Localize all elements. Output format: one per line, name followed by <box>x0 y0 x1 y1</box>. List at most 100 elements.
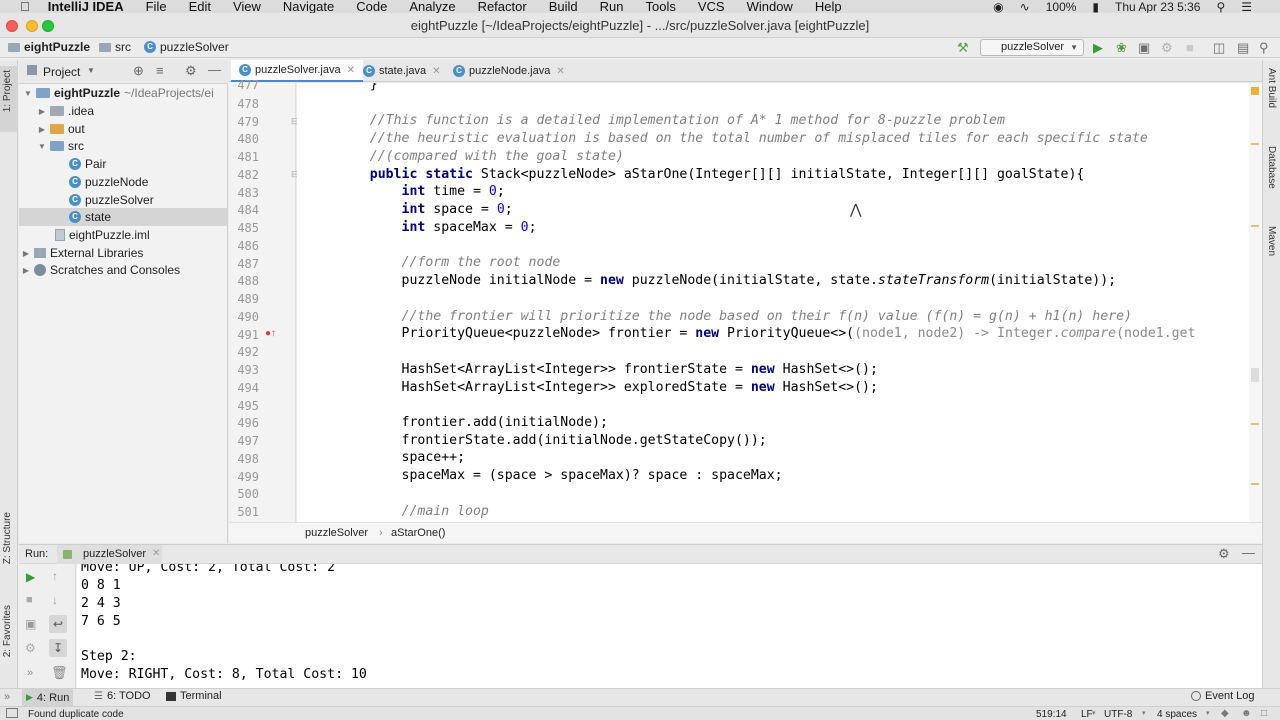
wifi-icon[interactable]: ∿ <box>1020 0 1030 13</box>
project-structure-icon[interactable]: ◫ <box>1213 40 1225 56</box>
menu-navigate[interactable]: Navigate <box>283 0 334 13</box>
debug-icon[interactable]: ❀ <box>1116 40 1127 56</box>
tool-tab-terminal[interactable]: Terminal <box>166 690 222 702</box>
rerun-icon[interactable]: ▶ <box>26 570 35 584</box>
settings-icon[interactable]: ⚙ <box>25 641 36 655</box>
close-icon[interactable]: ✕ <box>432 66 440 77</box>
console-output[interactable]: Move: UP, Cost: 2, Total Cost: 2 0 8 1 2… <box>77 564 1262 688</box>
nav-crumb-class[interactable]: C puzzleSolver <box>144 40 229 54</box>
battery-percent[interactable]: 100% <box>1046 0 1077 13</box>
maven-tool-tab[interactable]: Maven <box>1266 226 1277 256</box>
menu-code[interactable]: Code <box>356 0 387 13</box>
status-caret-position[interactable]: 519:14 <box>1036 709 1067 720</box>
nav-crumb-project[interactable]: eightPuzzle <box>8 40 90 54</box>
stop-icon[interactable]: ■ <box>1186 40 1194 55</box>
chevron-down-icon[interactable]: ▼ <box>37 142 47 151</box>
menu-file[interactable]: File <box>146 0 167 13</box>
menu-view[interactable]: View <box>233 0 261 13</box>
run-tab-puzzle-solver[interactable]: puzzleSolver ✕ <box>57 545 162 564</box>
tree-item-idea[interactable]: ▶ .idea <box>37 102 94 120</box>
structure-tool-tab[interactable]: Z: Structure <box>2 512 13 564</box>
override-marker-icon[interactable]: ●↑ <box>265 328 276 339</box>
chevron-down-icon[interactable]: ▼ <box>87 66 95 75</box>
tree-item-state[interactable]: C state <box>69 208 111 226</box>
record-icon[interactable]: ◉ <box>993 0 1003 13</box>
search-everywhere-icon[interactable]: ⚲ <box>1259 40 1269 56</box>
tree-item-project-root[interactable]: ▼ eightPuzzle ~/IdeaProjects/ei <box>23 84 214 102</box>
menu-window[interactable]: Window <box>747 0 793 13</box>
status-encoding[interactable]: UTF-8 <box>1104 709 1132 720</box>
more-icon[interactable]: » <box>4 691 10 703</box>
tree-item-puzzle-node[interactable]: C puzzleNode <box>69 173 148 191</box>
hide-panel-icon[interactable]: — <box>1242 545 1255 560</box>
code-editor[interactable]: } //This function is a detailed implemen… <box>297 83 1249 522</box>
tab-puzzle-node[interactable]: C puzzleNode.java ✕ <box>445 60 573 82</box>
hide-panel-icon[interactable]: — <box>208 62 221 77</box>
screenshot-icon[interactable]: ▣ <box>25 617 36 631</box>
scroll-down-icon[interactable]: ↓ <box>52 593 58 607</box>
status-indent[interactable]: 4 spaces <box>1157 709 1197 720</box>
chevron-right-icon[interactable]: ▶ <box>21 266 31 275</box>
close-icon[interactable]: ✕ <box>347 65 355 76</box>
editor-error-stripe[interactable] <box>1249 83 1262 522</box>
locate-file-icon[interactable]: ⊕ <box>133 63 144 79</box>
stripe-mark[interactable] <box>1251 423 1259 425</box>
scroll-thumb[interactable] <box>1251 368 1259 382</box>
build-hammer-icon[interactable]: ⚒ <box>957 40 969 56</box>
close-icon[interactable]: ✕ <box>556 66 564 77</box>
gear-icon[interactable]: ⚙ <box>185 63 197 79</box>
notifications-icon[interactable]: □ <box>1261 708 1267 719</box>
tool-tab-run[interactable]: ▶ 4: Run <box>22 689 74 706</box>
menu-list-icon[interactable]: ☰ <box>1241 0 1252 13</box>
stripe-mark[interactable] <box>1251 143 1259 145</box>
menu-app-name[interactable]: IntelliJ IDEA <box>48 0 124 13</box>
menu-analyze[interactable]: Analyze <box>409 0 455 13</box>
more-icon[interactable]: » <box>27 667 33 679</box>
battery-icon[interactable]: ▮ <box>1092 0 1099 13</box>
tree-item-puzzle-solver[interactable]: C puzzleSolver <box>69 191 154 209</box>
menubar-clock[interactable]: Thu Apr 23 5:36 <box>1115 0 1200 13</box>
menu-edit[interactable]: Edit <box>189 0 211 13</box>
project-tool-tab[interactable]: 1: Project <box>0 66 18 132</box>
gear-icon[interactable]: ⚙ <box>1218 546 1230 562</box>
chevron-right-icon[interactable]: ▶ <box>21 249 31 258</box>
run-configuration-select[interactable]: puzzleSolver ▼ <box>980 39 1084 56</box>
warning-marker-icon[interactable] <box>1251 87 1259 95</box>
stop-icon[interactable]: ■ <box>26 594 33 606</box>
tree-item-src[interactable]: ▼ src <box>37 137 84 155</box>
breadcrumb-method[interactable]: aStarOne() <box>391 527 445 539</box>
tool-tab-event-log[interactable]: Event Log <box>1191 690 1255 702</box>
menu-build[interactable]: Build <box>549 0 578 13</box>
scroll-to-end-icon[interactable]: ↧ <box>49 639 67 657</box>
menu-vcs[interactable]: VCS <box>698 0 725 13</box>
status-message[interactable]: Found duplicate code <box>28 709 124 720</box>
chevron-down-icon[interactable]: ▼ <box>23 89 33 98</box>
menu-tools[interactable]: Tools <box>645 0 675 13</box>
coverage-icon[interactable]: ▣ <box>1138 40 1150 56</box>
chevron-right-icon[interactable]: ▶ <box>37 107 47 116</box>
scroll-up-icon[interactable]: ↑ <box>52 569 58 583</box>
close-icon[interactable]: ✕ <box>152 548 160 559</box>
profile-icon[interactable]: ⚙ <box>1161 40 1173 56</box>
tree-item-iml[interactable]: eightPuzzle.iml <box>55 226 150 244</box>
tree-item-external-libraries[interactable]: ▶ External Libraries <box>21 244 143 262</box>
run-icon[interactable]: ▶ <box>1093 40 1103 56</box>
inspector-icon[interactable]: ☻ <box>1241 708 1252 719</box>
tree-item-pair[interactable]: C Pair <box>69 155 106 173</box>
tree-item-out[interactable]: ▶ out <box>37 120 85 138</box>
spotlight-icon[interactable]: ⚲ <box>1216 0 1225 13</box>
favorites-tool-tab[interactable]: 2: Favorites <box>2 605 13 657</box>
apple-icon[interactable]:  <box>20 0 30 13</box>
status-line-separator[interactable]: LF <box>1081 709 1093 720</box>
tree-item-scratches[interactable]: ▶ Scratches and Consoles <box>21 261 180 279</box>
delete-icon[interactable]: 🗑 <box>51 665 68 681</box>
nav-crumb-src[interactable]: src <box>99 40 131 54</box>
soft-wrap-icon[interactable]: ↩ <box>49 615 67 633</box>
chevron-right-icon[interactable]: ▶ <box>37 125 47 134</box>
lock-icon[interactable]: ◆ <box>1221 708 1229 719</box>
stripe-mark[interactable] <box>1251 225 1259 227</box>
ant-build-tool-tab[interactable]: Ant Build <box>1266 68 1277 108</box>
project-view-label[interactable]: Project <box>43 65 80 79</box>
collapse-all-icon[interactable]: ≡ <box>156 63 164 78</box>
menu-refactor[interactable]: Refactor <box>478 0 527 13</box>
